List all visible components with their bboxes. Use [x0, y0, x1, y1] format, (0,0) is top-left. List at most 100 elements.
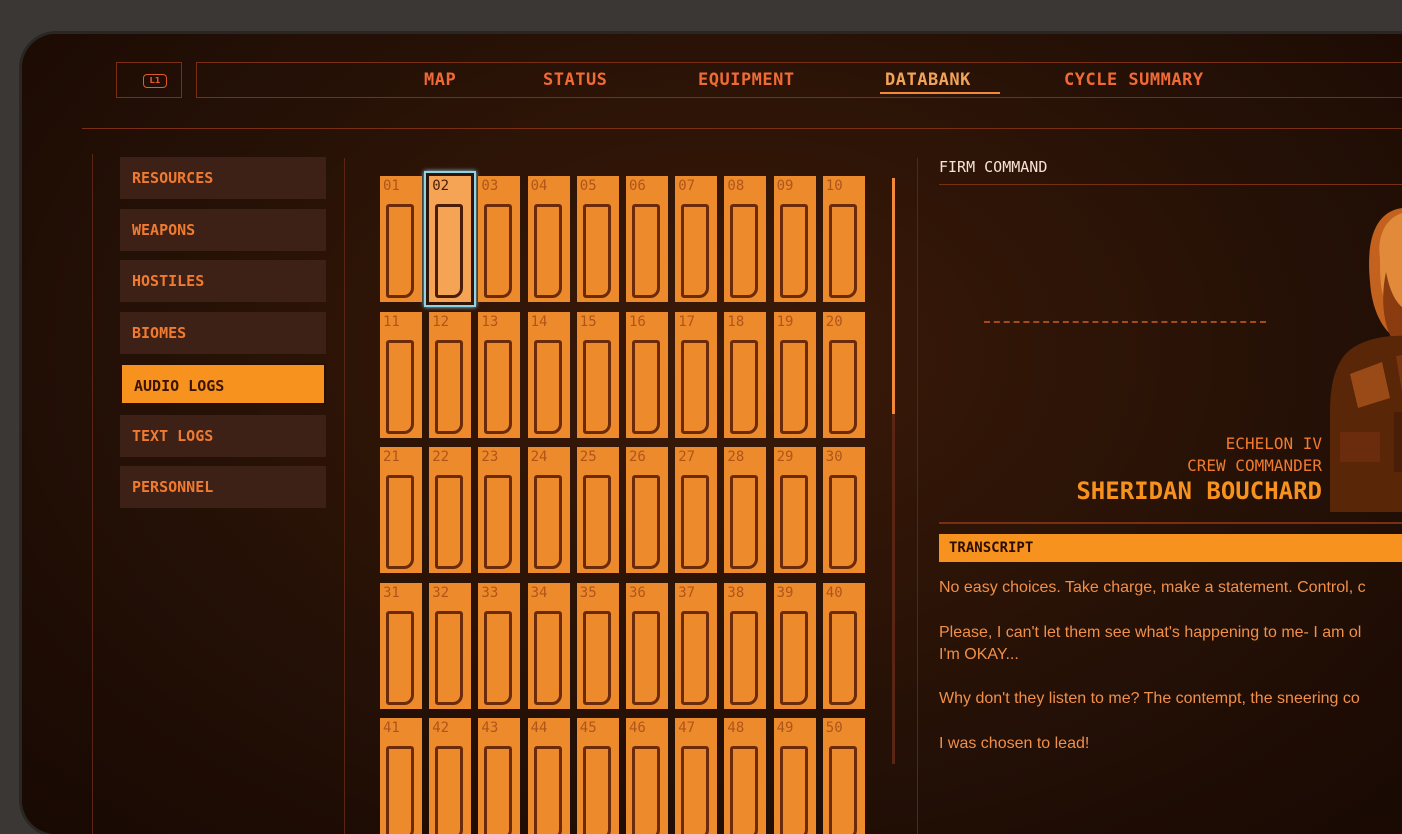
selection-cursor — [424, 171, 477, 307]
audio-log-entry[interactable]: 31 — [380, 582, 422, 709]
audio-log-entry[interactable]: 05 — [576, 176, 619, 302]
audio-log-entry[interactable]: 48 — [724, 718, 767, 834]
audio-log-entry[interactable]: 30 — [822, 447, 865, 573]
audio-log-entry[interactable]: 38 — [724, 582, 767, 709]
audio-log-entry[interactable]: 39 — [773, 582, 816, 709]
audio-log-entry[interactable]: 09 — [773, 176, 816, 302]
audio-log-entry[interactable]: 07 — [675, 176, 718, 302]
sidebar-item-resources[interactable]: RESOURCES — [120, 157, 326, 199]
audio-log-entry[interactable]: 46 — [626, 718, 668, 834]
tab-map[interactable]: MAP — [424, 70, 456, 90]
audio-log-entry[interactable]: 16 — [626, 311, 668, 438]
audio-log-number: 14 — [530, 313, 548, 330]
sidebar-item-audio-logs[interactable]: AUDIO LOGS — [120, 363, 326, 405]
audio-log-number: 33 — [481, 584, 499, 601]
sidebar-divider — [344, 158, 345, 834]
audio-tape-icon — [779, 475, 808, 569]
audio-log-number: 19 — [776, 313, 794, 330]
audio-tape-icon — [828, 475, 857, 569]
audio-log-entry[interactable]: 12 — [429, 311, 472, 438]
audio-log-number: 27 — [678, 449, 696, 465]
audio-tape-icon — [484, 204, 513, 298]
audio-log-entry[interactable]: 23 — [478, 447, 521, 573]
audio-tape-icon — [828, 339, 857, 434]
audio-log-entry[interactable]: 10 — [822, 176, 865, 302]
sidebar-item-hostiles[interactable]: HOSTILES — [120, 260, 326, 302]
audio-log-entry[interactable]: 33 — [478, 582, 521, 709]
audio-log-entry[interactable]: 28 — [724, 447, 767, 573]
audio-tape-icon — [386, 610, 414, 705]
audio-log-entry[interactable]: 21 — [380, 447, 422, 573]
audio-log-entry[interactable]: 15 — [576, 311, 619, 438]
audio-log-entry[interactable]: 42 — [429, 718, 472, 834]
audio-log-number: 01 — [383, 178, 400, 194]
audio-tape-icon — [632, 610, 660, 705]
audio-tape-icon — [779, 610, 808, 705]
sidebar-item-text-logs[interactable]: TEXT LOGS — [120, 415, 326, 457]
audio-log-entry[interactable]: 13 — [478, 311, 521, 438]
sidebar-item-personnel[interactable]: PERSONNEL — [120, 466, 326, 508]
transcript-header: TRANSCRIPT — [939, 534, 1402, 562]
audio-log-entry[interactable]: 06 — [626, 176, 668, 302]
audio-log-number: 12 — [432, 313, 450, 330]
audio-log-entry[interactable]: 43 — [478, 718, 521, 834]
tab-equipment[interactable]: EQUIPMENT — [698, 70, 795, 90]
audio-tape-icon — [435, 610, 464, 705]
audio-tape-icon — [435, 746, 464, 834]
audio-tape-icon — [681, 339, 710, 434]
audio-log-entry[interactable]: 27 — [675, 447, 718, 573]
audio-log-entry[interactable]: 32 — [429, 582, 472, 709]
audio-log-entry[interactable]: 45 — [576, 718, 619, 834]
audio-log-entry[interactable]: 50 — [822, 718, 865, 834]
audio-log-entry[interactable]: 03 — [478, 176, 521, 302]
audio-log-entry[interactable]: 19 — [773, 311, 816, 438]
sidebar-item-weapons[interactable]: WEAPONS — [120, 209, 326, 251]
audio-tape-icon — [730, 746, 759, 834]
scrollbar-track[interactable] — [892, 414, 895, 764]
audio-tape-icon — [484, 475, 513, 569]
sidebar-item-biomes[interactable]: BIOMES — [120, 312, 326, 354]
audio-log-entry[interactable]: 01 — [380, 176, 422, 302]
audio-log-entry[interactable]: 04 — [527, 176, 570, 302]
audio-log-entry[interactable]: 47 — [675, 718, 718, 834]
audio-log-number: 40 — [825, 584, 843, 601]
audio-log-number: 25 — [579, 449, 597, 465]
scrollbar-thumb[interactable] — [892, 178, 895, 414]
audio-log-entry[interactable]: 26 — [626, 447, 668, 573]
audio-log-entry[interactable]: 18 — [724, 311, 767, 438]
tab-cycle-summary[interactable]: CYCLE SUMMARY — [1064, 70, 1204, 90]
audio-log-entry[interactable]: 36 — [626, 582, 668, 709]
console-bezel: L1 MAP STATUS EQUIPMENT DATABANK CYCLE S… — [22, 34, 1402, 834]
audio-log-entry[interactable]: 41 — [380, 718, 422, 834]
audio-log-entry[interactable]: 14 — [527, 311, 570, 438]
audio-log-number: 03 — [481, 178, 499, 194]
audio-log-number: 44 — [530, 720, 548, 736]
audio-log-number: 48 — [727, 720, 745, 736]
l1-button-icon[interactable]: L1 — [143, 74, 167, 88]
audio-log-entry[interactable]: 35 — [576, 582, 619, 709]
audio-log-entry[interactable]: 11 — [380, 311, 422, 438]
audio-log-entry[interactable]: 44 — [527, 718, 570, 834]
audio-tape-icon — [730, 204, 759, 298]
audio-log-entry[interactable]: 22 — [429, 447, 472, 573]
audio-log-entry[interactable]: 40 — [822, 582, 865, 709]
audio-log-entry[interactable]: 29 — [773, 447, 816, 573]
audio-log-number: 26 — [629, 449, 646, 465]
audio-tape-icon — [484, 746, 513, 834]
audio-log-entry[interactable]: 20 — [822, 311, 865, 438]
audio-log-entry[interactable]: 37 — [675, 582, 718, 709]
audio-log-number: 20 — [825, 313, 843, 330]
title-divider — [939, 184, 1402, 185]
audio-log-entry[interactable]: 34 — [527, 582, 570, 709]
audio-log-entry[interactable]: 25 — [576, 447, 619, 573]
audio-tape-icon — [582, 204, 611, 298]
audio-log-entry[interactable]: 17 — [675, 311, 718, 438]
audio-log-number: 08 — [727, 178, 745, 194]
audio-log-entry[interactable]: 08 — [724, 176, 767, 302]
audio-tape-icon — [632, 339, 660, 434]
tab-databank[interactable]: DATABANK — [885, 70, 971, 90]
audio-tape-icon — [386, 339, 414, 434]
tab-status[interactable]: STATUS — [543, 70, 607, 90]
audio-log-entry[interactable]: 49 — [773, 718, 816, 834]
audio-log-entry[interactable]: 24 — [527, 447, 570, 573]
